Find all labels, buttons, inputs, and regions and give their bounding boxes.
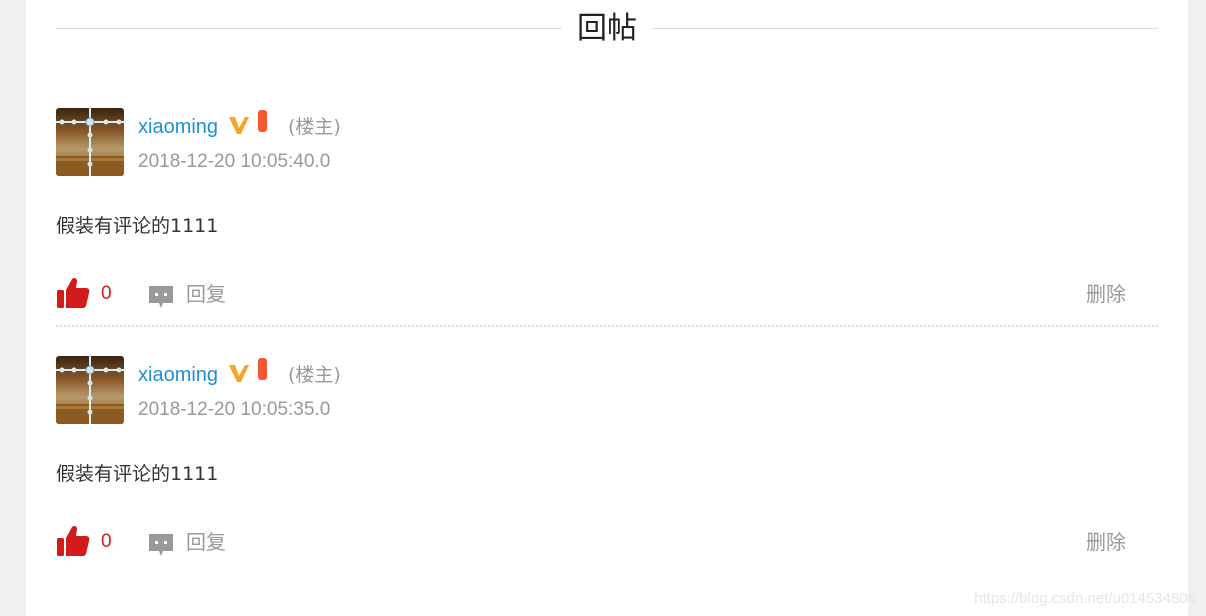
- thumbs-up-icon[interactable]: [56, 276, 90, 310]
- header-divider-right: [652, 28, 1158, 29]
- comment-divider: [56, 325, 1158, 327]
- comment-item: xiaoming (楼主) 2018-12-20 10:05:35.0 假装有评…: [56, 356, 1158, 574]
- comment-timestamp: 2018-12-20 10:05:35.0: [138, 399, 331, 420]
- avatar-image: [56, 356, 124, 424]
- username-link[interactable]: xiaoming: [138, 364, 218, 386]
- section-header: 回帖: [56, 8, 1158, 50]
- reply-label: 回复: [186, 282, 226, 306]
- vip-v-icon: [228, 114, 250, 136]
- level-badge: [258, 110, 267, 132]
- avatar-image: [56, 108, 124, 176]
- vip-v-icon: [228, 362, 250, 384]
- reply-button[interactable]: 回复: [148, 524, 248, 560]
- comment-actions: 0 回复 删除: [56, 276, 1158, 312]
- avatar[interactable]: [56, 108, 124, 176]
- avatar[interactable]: [56, 356, 124, 424]
- role-tag: (楼主): [288, 116, 341, 138]
- comments-panel: 回帖 xiaoming (楼主) 2018-12-20 10:05:40.0 假…: [26, 0, 1188, 616]
- delete-button[interactable]: 删除: [1086, 530, 1126, 554]
- delete-button[interactable]: 删除: [1086, 282, 1126, 306]
- role-tag: (楼主): [288, 364, 341, 386]
- comment-timestamp: 2018-12-20 10:05:40.0: [138, 151, 331, 172]
- thumbs-up-icon[interactable]: [56, 524, 90, 558]
- username-link[interactable]: xiaoming: [138, 116, 218, 138]
- header-divider-left: [56, 28, 562, 29]
- comment-item: xiaoming (楼主) 2018-12-20 10:05:40.0 假装有评…: [56, 108, 1158, 326]
- reply-label: 回复: [186, 530, 226, 554]
- like-count: 0: [101, 283, 112, 304]
- comment-content: 假装有评论的1111: [56, 215, 219, 237]
- chat-bubble-icon: [148, 532, 174, 558]
- reply-button[interactable]: 回复: [148, 276, 248, 312]
- comment-content: 假装有评论的1111: [56, 463, 219, 485]
- section-title: 回帖: [577, 11, 637, 46]
- level-badge: [258, 358, 267, 380]
- like-count: 0: [101, 531, 112, 552]
- watermark-text: https://blog.csdn.net/u014534808: [974, 590, 1196, 607]
- comment-actions: 0 回复 删除: [56, 524, 1158, 560]
- chat-bubble-icon: [148, 284, 174, 310]
